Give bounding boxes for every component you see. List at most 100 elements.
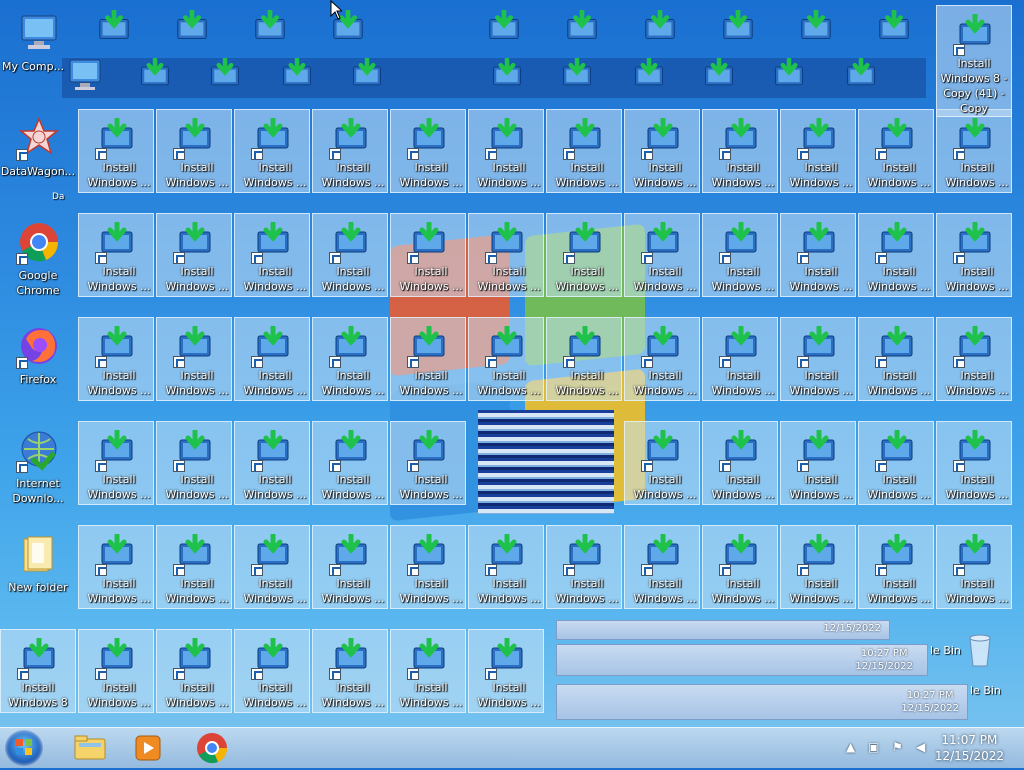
install-windows-icon[interactable]	[844, 56, 884, 98]
install-shortcut-icon[interactable]: Install Windows ...	[234, 109, 310, 193]
install-windows-icon[interactable]	[560, 56, 600, 98]
install-windows-icon[interactable]	[720, 8, 760, 50]
install-shortcut-icon[interactable]: Install Windows ...	[858, 525, 934, 609]
install-shortcut-icon[interactable]: Install Windows 8	[0, 629, 76, 713]
install-shortcut-icon[interactable]: Install Windows ...	[702, 317, 778, 401]
install-shortcut-icon[interactable]: Install Windows ...	[780, 421, 856, 505]
install-shortcut-icon[interactable]: Install Windows ...	[780, 317, 856, 401]
install-shortcut-icon[interactable]: Install Windows ...	[702, 421, 778, 505]
internet-download-desktop-icon[interactable]: Internet Downlo...	[0, 421, 76, 517]
network-icon[interactable]: ▣	[868, 740, 882, 754]
install-shortcut-icon[interactable]: Install Windows ...	[468, 109, 544, 193]
install-shortcut-icon[interactable]: Install Windows ...	[546, 109, 622, 193]
install-shortcut-icon[interactable]: Install Windows ...	[78, 525, 154, 609]
install-shortcut-icon[interactable]: Install Windows ...	[156, 317, 232, 401]
install-windows-icon[interactable]	[772, 56, 812, 98]
install-shortcut-icon[interactable]: Install Windows ...	[312, 629, 388, 713]
install-shortcut-icon[interactable]: Install Windows ...	[156, 525, 232, 609]
install-windows-icon[interactable]	[280, 56, 320, 98]
install-shortcut-icon[interactable]: Install Windows ...	[390, 109, 466, 193]
install-shortcut-icon[interactable]: Install Windows ...	[312, 213, 388, 297]
install-shortcut-icon[interactable]: Install Windows ...	[936, 421, 1012, 505]
install-shortcut-icon[interactable]: Install Windows ...	[468, 213, 544, 297]
recycle-bin-icon[interactable]	[966, 632, 994, 668]
taskbar-explorer-button[interactable]	[66, 731, 114, 765]
taskbar-chrome-button[interactable]	[188, 731, 236, 765]
my-computer-desktop-icon[interactable]: My Comp...	[0, 4, 76, 100]
volume-icon[interactable]: ◀	[916, 740, 930, 754]
datawagon-desktop-icon[interactable]: DataWagon...	[0, 109, 76, 205]
install-windows-icon[interactable]	[798, 8, 838, 50]
install-windows-icon[interactable]	[876, 8, 916, 50]
new-folder-desktop-icon[interactable]: New folder	[0, 525, 76, 621]
install-shortcut-icon[interactable]: Install Windows ...	[936, 109, 1012, 193]
install-shortcut-icon[interactable]: Install Windows ...	[624, 109, 700, 193]
install-shortcut-icon[interactable]: Install Windows ...	[234, 421, 310, 505]
action-center-icon[interactable]: ⚑	[892, 740, 906, 754]
install-shortcut-icon[interactable]: Install Windows ...	[780, 213, 856, 297]
install-shortcut-icon[interactable]: Install Windows ...	[156, 109, 232, 193]
install-windows-icon[interactable]	[702, 56, 742, 98]
install-shortcut-icon[interactable]: Install Windows ...	[936, 525, 1012, 609]
install-shortcut-icon[interactable]: Install Windows ...	[390, 213, 466, 297]
install-shortcut-icon[interactable]: Install Windows ...	[234, 525, 310, 609]
install-shortcut-icon[interactable]: Install Windows ...	[156, 213, 232, 297]
install-shortcut-icon[interactable]: Install Windows ...	[468, 629, 544, 713]
install-shortcut-icon[interactable]: Install Windows ...	[546, 213, 622, 297]
install-shortcut-icon[interactable]: Install Windows ...	[78, 317, 154, 401]
show-hidden-icons-icon[interactable]: ▲	[846, 740, 860, 754]
install-shortcut-icon[interactable]: Install Windows ...	[312, 317, 388, 401]
install-shortcut-icon[interactable]: Install Windows ...	[624, 421, 700, 505]
install-windows-icon[interactable]	[138, 56, 178, 98]
install-shortcut-icon[interactable]: Install Windows ...	[624, 213, 700, 297]
install-shortcut-icon[interactable]: Install Windows ...	[234, 629, 310, 713]
install-shortcut-icon[interactable]: Install Windows ...	[702, 525, 778, 609]
install-shortcut-icon[interactable]: Install Windows ...	[78, 109, 154, 193]
install-windows-icon[interactable]	[208, 56, 248, 98]
install-shortcut-icon[interactable]: Install Windows ...	[78, 421, 154, 505]
start-button[interactable]	[5, 730, 43, 766]
install-shortcut-icon[interactable]: Install Windows ...	[468, 525, 544, 609]
install-shortcut-icon[interactable]: Install Windows ...	[390, 421, 466, 505]
install-windows-copy-icon[interactable]: Install Windows 8 - Copy (41) - Copy	[936, 5, 1012, 117]
install-shortcut-icon[interactable]: Install Windows ...	[702, 109, 778, 193]
install-shortcut-icon[interactable]: Install Windows ...	[936, 317, 1012, 401]
install-shortcut-icon[interactable]: Install Windows ...	[546, 525, 622, 609]
install-shortcut-icon[interactable]: Install Windows ...	[468, 317, 544, 401]
install-windows-icon[interactable]	[96, 8, 136, 50]
install-shortcut-icon[interactable]: Install Windows ...	[780, 525, 856, 609]
install-windows-icon[interactable]	[642, 8, 682, 50]
install-windows-icon[interactable]	[632, 56, 672, 98]
install-shortcut-icon[interactable]: Install Windows ...	[390, 629, 466, 713]
install-shortcut-icon[interactable]: Install Windows ...	[624, 525, 700, 609]
install-shortcut-icon[interactable]: Install Windows ...	[78, 629, 154, 713]
tray-clock[interactable]: 11:07 PM 12/15/2022	[935, 732, 1004, 764]
install-windows-icon[interactable]	[252, 8, 292, 50]
install-windows-icon[interactable]	[174, 8, 214, 50]
taskbar-media-player-button[interactable]	[124, 731, 172, 765]
install-shortcut-icon[interactable]: Install Windows ...	[312, 109, 388, 193]
install-shortcut-icon[interactable]: Install Windows ...	[156, 421, 232, 505]
firefox-desktop-icon[interactable]: Firefox	[0, 317, 76, 413]
install-windows-icon[interactable]	[486, 8, 526, 50]
install-shortcut-icon[interactable]: Install Windows ...	[234, 317, 310, 401]
install-shortcut-icon[interactable]: Install Windows ...	[780, 109, 856, 193]
install-shortcut-icon[interactable]: Install Windows ...	[312, 525, 388, 609]
install-shortcut-icon[interactable]: Install Windows ...	[624, 317, 700, 401]
install-shortcut-icon[interactable]: Install Windows ...	[858, 317, 934, 401]
install-shortcut-icon[interactable]: Install Windows ...	[390, 525, 466, 609]
install-shortcut-icon[interactable]: Install Windows ...	[858, 109, 934, 193]
install-shortcut-icon[interactable]: Install Windows ...	[936, 213, 1012, 297]
install-shortcut-icon[interactable]: Install Windows ...	[156, 629, 232, 713]
install-windows-icon[interactable]	[564, 8, 604, 50]
install-shortcut-icon[interactable]: Install Windows ...	[234, 213, 310, 297]
install-shortcut-icon[interactable]: Install Windows ...	[390, 317, 466, 401]
install-windows-icon[interactable]	[350, 56, 390, 98]
install-shortcut-icon[interactable]: Install Windows ...	[702, 213, 778, 297]
install-windows-icon[interactable]	[490, 56, 530, 98]
google-chrome-desktop-icon[interactable]: Google Chrome	[0, 213, 76, 309]
install-shortcut-icon[interactable]: Install Windows ...	[858, 421, 934, 505]
install-shortcut-icon[interactable]: Install Windows ...	[546, 317, 622, 401]
install-shortcut-icon[interactable]: Install Windows ...	[78, 213, 154, 297]
install-shortcut-icon[interactable]: Install Windows ...	[312, 421, 388, 505]
